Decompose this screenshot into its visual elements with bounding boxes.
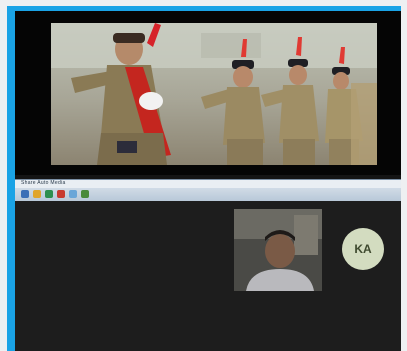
app-icon[interactable] [45, 190, 53, 198]
sheet-icon[interactable] [81, 190, 89, 198]
browser-icon[interactable] [57, 190, 65, 198]
meeting-screen: Share Auto Media KA [15, 11, 401, 351]
participant-camera-image [234, 209, 322, 291]
folder-icon[interactable] [33, 190, 41, 198]
taskbar-title-strip: Share Auto Media [15, 180, 401, 188]
participant-video-tile[interactable] [234, 209, 322, 291]
shared-video[interactable] [51, 23, 377, 165]
taskbar-icon-row [21, 190, 89, 200]
participants-area: KA [15, 201, 401, 351]
taskbar-text: Share Auto Media [21, 180, 66, 186]
avatar-initials: KA [354, 242, 372, 256]
screen-share-taskbar: Share Auto Media [15, 179, 401, 201]
start-icon[interactable] [21, 190, 29, 198]
parade-scene-image [51, 23, 377, 165]
window-icon[interactable] [69, 190, 77, 198]
participant-avatar[interactable]: KA [342, 228, 384, 270]
shared-video-stage [15, 11, 401, 175]
